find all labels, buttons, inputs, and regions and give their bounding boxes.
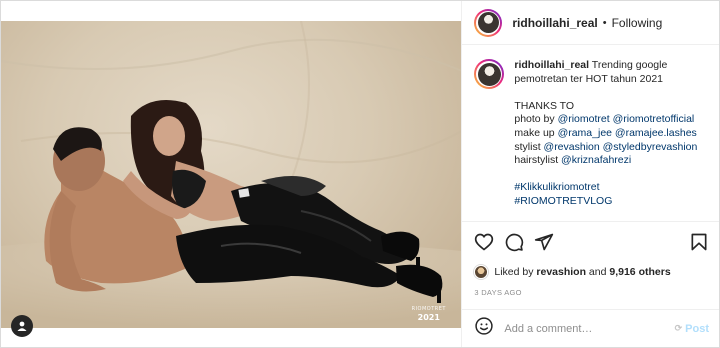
- heart-icon[interactable]: [474, 232, 494, 252]
- post-side-panel: ridhoillahi_real • Following ridhoillahi…: [461, 1, 719, 347]
- loading-icon: ⟳: [674, 323, 683, 333]
- caption-makeup-line: make up @rama_jee @ramajee.lashes: [514, 127, 707, 141]
- mention-link[interactable]: @kriznafahrezi: [561, 154, 631, 166]
- comment-input[interactable]: [504, 322, 675, 335]
- liker-username[interactable]: revashion: [536, 266, 586, 278]
- stylist-prefix: stylist: [514, 140, 544, 153]
- comment-icon[interactable]: [504, 232, 524, 252]
- instagram-post: RIOMOTRET 2021 ridhoillahi_real • Follow…: [0, 0, 720, 348]
- makeup-prefix: make up: [514, 126, 558, 139]
- post-comment-button[interactable]: ⟳ Post: [675, 323, 709, 335]
- caption-thanks: THANKS TO: [514, 99, 575, 112]
- person-tag-icon[interactable]: [11, 315, 33, 337]
- hashtag-link[interactable]: #RIOMOTRETVLOG: [514, 195, 707, 209]
- comment-bar: ⟳ Post: [462, 309, 719, 347]
- watermark-name: RIOMOTRET: [411, 306, 446, 312]
- paper-plane-icon[interactable]: [534, 232, 554, 252]
- likes-count[interactable]: 9,916 others: [609, 266, 670, 278]
- header-separator: •: [602, 16, 607, 29]
- caption-stylist-line: stylist @revashion @styledbyrevashion: [514, 141, 707, 155]
- photo-prefix: photo by: [514, 113, 558, 126]
- liker-avatar[interactable]: [474, 265, 489, 279]
- header-username[interactable]: ridhoillahi_real: [512, 16, 597, 30]
- mention-link[interactable]: @revashion: [544, 141, 600, 153]
- hairstylist-prefix: hairstylist: [514, 154, 562, 167]
- bookmark-icon[interactable]: [689, 232, 709, 252]
- mention-link[interactable]: @rama_jee: [558, 127, 612, 139]
- photo-watermark: RIOMOTRET 2021: [412, 307, 446, 322]
- post-media: RIOMOTRET 2021: [1, 1, 462, 347]
- following-button[interactable]: Following: [612, 16, 663, 30]
- post-photo[interactable]: RIOMOTRET 2021: [1, 21, 462, 328]
- caption-text: ridhoillahi_real Trending google pemotre…: [514, 59, 707, 209]
- hashtag-link[interactable]: #Klikkulikriomotret: [514, 181, 707, 195]
- mention-link[interactable]: @ramajee.lashes: [615, 127, 697, 139]
- avatar[interactable]: [474, 8, 503, 37]
- post-button-label: Post: [685, 322, 709, 335]
- mention-link[interactable]: @riomotretofficial: [613, 113, 695, 125]
- caption-hairstylist-line: hairstylist @kriznafahrezi: [514, 154, 707, 168]
- caption: ridhoillahi_real Trending google pemotre…: [474, 59, 707, 209]
- likes-summary: Liked by revashion and 9,916 others: [462, 261, 719, 283]
- comments-area[interactable]: ridhoillahi_real Trending google pemotre…: [462, 45, 719, 221]
- photo-illustration: [1, 21, 462, 328]
- caption-avatar[interactable]: [474, 59, 505, 89]
- likes-prefix: Liked by: [494, 266, 534, 278]
- caption-username[interactable]: ridhoillahi_real: [514, 59, 589, 71]
- smiley-icon[interactable]: [474, 316, 494, 341]
- watermark-year: 2021: [417, 313, 440, 322]
- likes-middle: and: [588, 266, 607, 278]
- post-timestamp[interactable]: 3 DAYS AGO: [462, 283, 719, 301]
- mention-link[interactable]: @riomotret: [558, 113, 610, 125]
- action-bar: [462, 221, 719, 261]
- mention-link[interactable]: @styledbyrevashion: [603, 141, 698, 153]
- caption-photo-line: photo by @riomotret @riomotretofficial: [514, 113, 707, 127]
- post-header: ridhoillahi_real • Following: [462, 1, 719, 45]
